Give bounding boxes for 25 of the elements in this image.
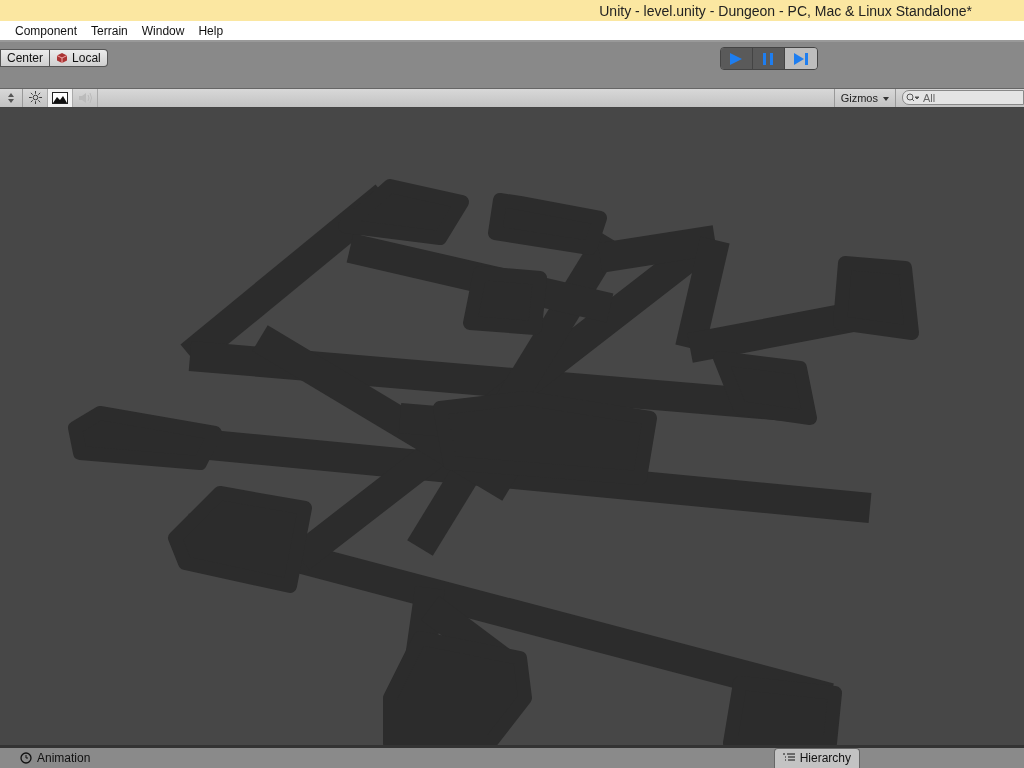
gizmos-dropdown[interactable]: Gizmos xyxy=(833,89,896,107)
menu-item[interactable]: Terrain xyxy=(91,23,128,38)
list-icon xyxy=(782,753,795,764)
play-button[interactable] xyxy=(720,48,753,70)
menu-item[interactable]: Help xyxy=(198,23,224,38)
panel-tab[interactable]: Animation xyxy=(12,748,99,768)
step-button[interactable] xyxy=(784,48,817,70)
step-icon xyxy=(792,50,809,67)
pause-button[interactable] xyxy=(752,48,785,70)
pivot-button[interactable]: Local xyxy=(50,49,108,68)
window-title: Unity - level.unity - Dungeon - PC, Mac & Linux Standalone* xyxy=(599,2,972,19)
menu-item[interactable]: Component xyxy=(15,23,78,38)
up-down-arrows-icon[interactable] xyxy=(8,93,14,103)
clock-icon xyxy=(20,752,32,764)
caret-icon xyxy=(883,97,889,102)
cube-icon xyxy=(56,52,69,65)
search-field[interactable]: All xyxy=(902,90,1024,106)
search-icon xyxy=(906,93,920,104)
speaker-icon xyxy=(77,91,93,105)
pivot-button[interactable]: Center xyxy=(0,49,51,68)
panel-tab[interactable]: Hierarchy xyxy=(773,748,860,768)
sun-icon xyxy=(28,91,42,105)
menu-item[interactable]: Window xyxy=(141,23,185,38)
effects-toggle[interactable] xyxy=(48,89,73,107)
image-icon xyxy=(52,92,68,104)
